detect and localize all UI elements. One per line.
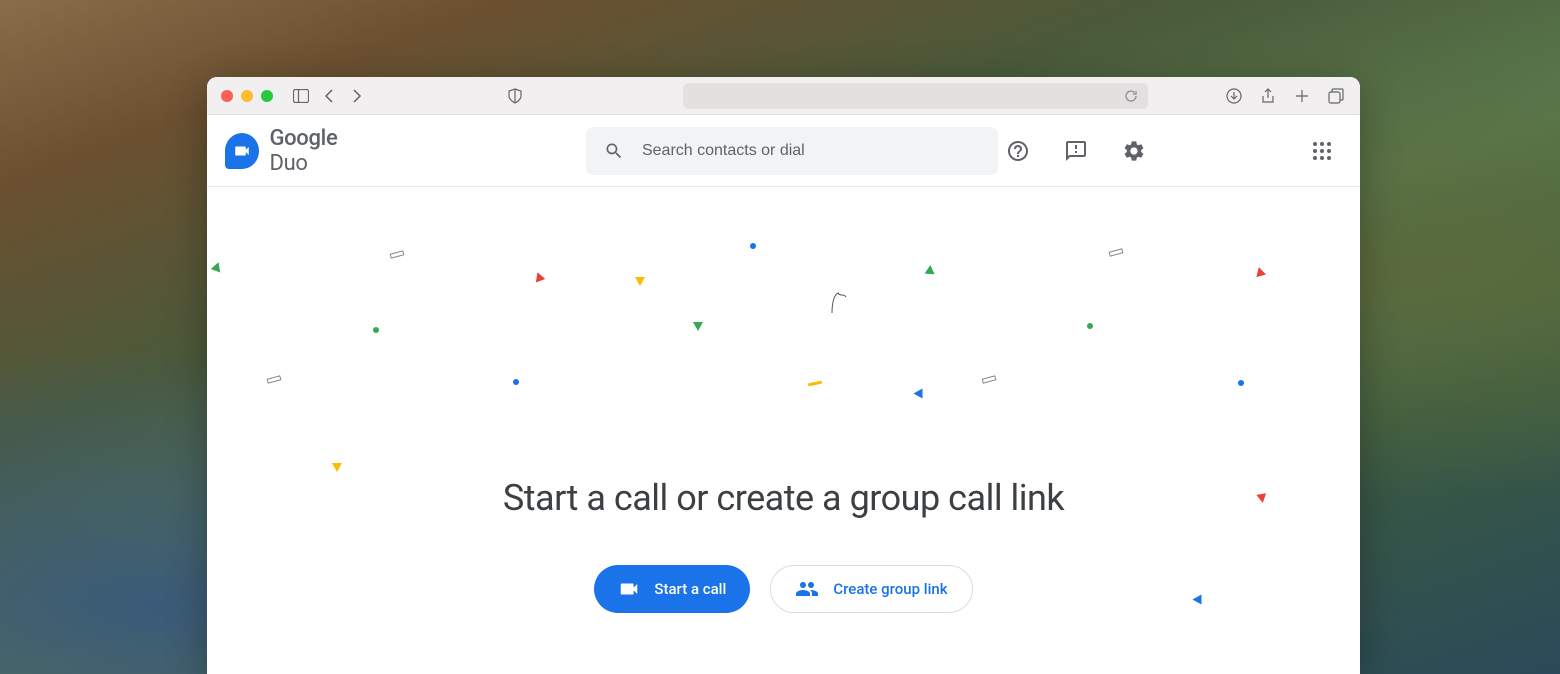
feedback-button[interactable] <box>1056 131 1096 171</box>
shield-icon[interactable] <box>505 86 525 106</box>
forward-button[interactable] <box>347 86 367 106</box>
confetti-decoration <box>1192 595 1202 604</box>
search-bar[interactable] <box>586 127 998 175</box>
logo[interactable]: Google Duo <box>225 126 376 176</box>
video-camera-icon <box>618 578 640 600</box>
downloads-icon[interactable] <box>1224 86 1244 106</box>
search-input[interactable] <box>642 142 980 160</box>
confetti-decoration <box>207 187 1360 537</box>
start-call-label: Start a call <box>654 580 726 598</box>
maximize-window-button[interactable] <box>261 90 273 102</box>
browser-window: Google Duo <box>207 77 1360 674</box>
create-group-label: Create group link <box>833 580 947 598</box>
url-bar[interactable] <box>683 83 1148 109</box>
help-icon <box>1006 139 1030 163</box>
start-call-button[interactable]: Start a call <box>594 565 750 613</box>
minimize-window-button[interactable] <box>241 90 253 102</box>
app-header: Google Duo <box>207 115 1360 187</box>
create-group-link-button[interactable]: Create group link <box>770 565 972 613</box>
apps-grid-icon <box>1312 141 1332 161</box>
apps-button[interactable] <box>1302 131 1342 171</box>
settings-button[interactable] <box>1114 131 1154 171</box>
reload-icon[interactable] <box>1124 89 1138 103</box>
browser-toolbar <box>207 77 1360 115</box>
close-window-button[interactable] <box>221 90 233 102</box>
gear-icon <box>1122 139 1146 163</box>
duo-logo-icon <box>225 133 259 169</box>
feedback-icon <box>1064 139 1088 163</box>
logo-text: Google Duo <box>269 126 376 176</box>
group-icon <box>795 577 819 601</box>
back-button[interactable] <box>319 86 339 106</box>
new-tab-icon[interactable] <box>1292 86 1312 106</box>
search-icon <box>604 141 624 161</box>
sidebar-toggle-icon[interactable] <box>291 86 311 106</box>
share-icon[interactable] <box>1258 86 1278 106</box>
tabs-icon[interactable] <box>1326 86 1346 106</box>
main-content: Start a call or create a group call link… <box>207 187 1360 674</box>
window-controls <box>221 90 273 102</box>
help-button[interactable] <box>998 131 1038 171</box>
action-buttons: Start a call Create group link <box>594 565 972 613</box>
